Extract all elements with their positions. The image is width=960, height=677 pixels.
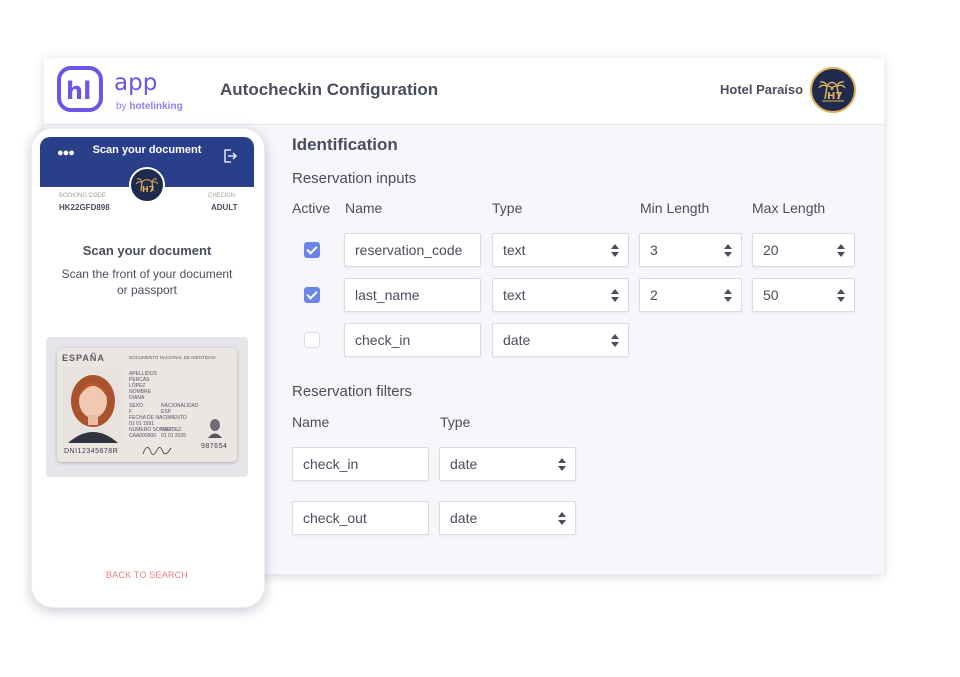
hotelinking-logo-icon: hl: [57, 66, 103, 112]
min-length-stepper[interactable]: 3: [639, 233, 742, 267]
col-active: Active: [292, 200, 331, 216]
id-nombre: DIANA: [129, 395, 145, 401]
svg-text:H7: H7: [142, 185, 154, 194]
select-arrows-icon: [611, 289, 619, 303]
col-max-length: Max Length: [752, 200, 826, 216]
svg-text:H7: H7: [827, 91, 842, 102]
app-label: app: [114, 70, 158, 96]
type-select[interactable]: text: [492, 278, 629, 312]
input-name-field[interactable]: last_name: [344, 278, 481, 312]
select-arrows-icon: [558, 458, 566, 472]
select-arrows-icon: [611, 244, 619, 258]
exit-icon[interactable]: [223, 149, 237, 163]
max-length-stepper[interactable]: 50: [752, 278, 855, 312]
select-arrows-icon: [611, 334, 619, 348]
col-name: Name: [345, 200, 383, 216]
stepper-arrows-icon: [724, 289, 732, 303]
id-doc-title: DOCUMENTO NACIONAL DE IDENTIDAD: [129, 355, 216, 360]
col-type: Type: [492, 200, 523, 216]
app-header: hl app by hotelinking Autocheckin Config…: [44, 58, 884, 125]
filter-type-select[interactable]: date: [439, 501, 576, 535]
checkin-value: ADULT: [211, 203, 238, 212]
id-country: ESPAÑA: [62, 353, 105, 363]
id-ghost-photo: [207, 418, 223, 443]
booking-code-label: BOOKING CODE: [59, 193, 107, 199]
scan-title: Scan your document: [82, 243, 212, 258]
scan-description: Scan the front of your document or passp…: [61, 267, 233, 297]
active-checkbox-last-name[interactable]: [304, 287, 320, 303]
brand-byline: by hotelinking: [116, 101, 183, 112]
filter-name-field[interactable]: check_out: [292, 501, 429, 535]
id-signature: [141, 440, 177, 465]
input-name-field[interactable]: check_in: [344, 323, 481, 357]
filter-name-field[interactable]: check_in: [292, 447, 429, 481]
stepper-arrows-icon: [837, 244, 845, 258]
id-dni-number: DNI12345678R: [64, 448, 119, 455]
max-length-stepper[interactable]: 20: [752, 233, 855, 267]
filter-col-name: Name: [292, 414, 330, 430]
stepper-arrows-icon: [724, 244, 732, 258]
id-card-image: ESPAÑA DOCUMENTO NACIONAL DE IDENTIDAD A…: [57, 348, 237, 462]
id-photo-portrait: [62, 367, 124, 443]
col-min-length: Min Length: [640, 200, 710, 216]
active-checkbox-reservation-code[interactable]: [304, 242, 320, 258]
id-card-code: 987654: [201, 443, 228, 450]
booking-code-value: HK22GFD898: [59, 203, 110, 212]
type-select[interactable]: text: [492, 233, 629, 267]
active-checkbox-check-in[interactable]: [304, 332, 320, 348]
scan-frame[interactable]: ESPAÑA DOCUMENTO NACIONAL DE IDENTIDAD A…: [46, 337, 248, 477]
phone-header-title: Scan your document: [92, 144, 202, 156]
phone-screen: ●●● Scan your document H7 BOOKING CODE H…: [40, 137, 254, 607]
select-arrows-icon: [558, 512, 566, 526]
id-validez: 01 01 2025: [161, 433, 187, 439]
checkin-label: CHECKIN: [208, 193, 236, 199]
phone-mockup: ●●● Scan your document H7 BOOKING CODE H…: [31, 128, 265, 608]
id-soporte: CAA000000: [129, 433, 156, 439]
back-to-search-link[interactable]: BACK TO SEARCH: [40, 570, 254, 580]
filter-type-select[interactable]: date: [439, 447, 576, 481]
hotel-name: Hotel Paraíso: [720, 82, 804, 97]
reservation-inputs-title: Reservation inputs: [292, 170, 417, 187]
stepper-arrows-icon: [837, 289, 845, 303]
palm-trees-logo-icon[interactable]: H7: [810, 67, 856, 113]
min-length-stepper[interactable]: 2: [639, 278, 742, 312]
hotel-logo-icon: H7: [129, 167, 165, 203]
filter-col-type: Type: [440, 414, 471, 430]
reservation-filters-title: Reservation filters: [292, 383, 413, 400]
page-title: Autocheckin Configuration: [220, 80, 439, 99]
input-name-field[interactable]: reservation_code: [344, 233, 481, 267]
svg-text:hl: hl: [66, 77, 91, 105]
type-select[interactable]: date: [492, 323, 629, 357]
identification-title: Identification: [292, 135, 398, 154]
